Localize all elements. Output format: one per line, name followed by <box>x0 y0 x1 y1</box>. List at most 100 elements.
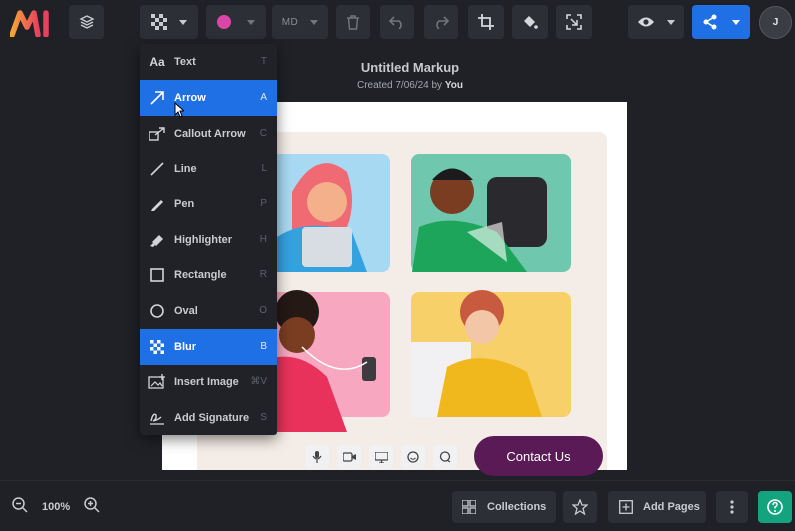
redo-icon <box>436 16 449 29</box>
menu-item-shortcut: C <box>259 128 267 140</box>
menu-item-add-signature[interactable]: Add Signature S <box>140 400 277 436</box>
menu-item-pen[interactable]: Pen P <box>140 186 277 222</box>
menu-item-shortcut: H <box>259 234 267 246</box>
collections-button[interactable]: Collections <box>452 491 556 523</box>
oval-icon <box>148 302 166 320</box>
redo-button[interactable] <box>424 5 458 39</box>
add-page-icon <box>619 500 633 514</box>
top-toolbar: MD J <box>0 0 795 46</box>
crop-button[interactable] <box>468 5 504 39</box>
help-button[interactable] <box>758 491 792 523</box>
menu-item-label: Insert Image <box>174 375 239 388</box>
zoom-level[interactable]: 100% <box>42 501 70 513</box>
trash-icon <box>347 15 359 30</box>
video-icon <box>337 445 361 469</box>
favorite-button[interactable] <box>563 491 597 523</box>
contact-us-button: Contact Us <box>474 436 603 476</box>
menu-item-line[interactable]: Line L <box>140 151 277 187</box>
menu-item-text[interactable]: Aa Text T <box>140 44 277 80</box>
capture-button[interactable] <box>556 5 592 39</box>
blur-icon <box>148 338 166 356</box>
menu-item-label: Callout Arrow <box>174 127 246 140</box>
callout-arrow-icon <box>148 125 166 143</box>
menu-item-oval[interactable]: Oval O <box>140 293 277 329</box>
menu-item-blur[interactable]: Blur B <box>140 329 277 365</box>
delete-button[interactable] <box>336 5 370 39</box>
call-controls <box>305 445 457 471</box>
created-text: Created 7/06/24 by <box>357 80 445 91</box>
add-pages-button[interactable]: Add Pages <box>608 491 706 523</box>
more-vertical-icon <box>730 500 734 514</box>
menu-item-label: Pen <box>174 197 195 210</box>
menu-item-label: Add Signature <box>174 411 250 424</box>
menu-item-shortcut: B <box>260 341 267 353</box>
fill-button[interactable] <box>512 5 548 39</box>
avatar[interactable]: J <box>759 6 792 39</box>
color-swatch <box>217 15 231 29</box>
line-icon <box>148 160 166 178</box>
color-picker-button[interactable] <box>206 5 266 39</box>
menu-item-shortcut: T <box>260 56 267 68</box>
menu-item-label: Text <box>174 55 196 68</box>
zoom-out-button[interactable] <box>12 497 30 515</box>
layers-button[interactable] <box>69 5 104 39</box>
chat-icon <box>433 445 457 469</box>
grid-icon <box>462 500 476 514</box>
menu-item-insert-image[interactable]: Insert Image ⌘V <box>140 364 277 400</box>
view-button[interactable] <box>628 5 684 39</box>
capture-icon <box>566 14 582 30</box>
highlighter-icon <box>148 231 166 249</box>
bottom-bar: 100% Collections Add Pages <box>0 480 795 531</box>
menu-item-arrow[interactable]: Arrow A <box>140 80 277 116</box>
arrow-icon <box>148 89 166 107</box>
menu-item-label: Line <box>174 162 197 175</box>
insert-image-icon <box>148 373 166 391</box>
document-title[interactable]: Untitled Markup <box>290 60 530 75</box>
eye-icon <box>638 17 654 27</box>
zoom-in-button[interactable] <box>84 497 102 515</box>
more-options-button[interactable] <box>716 491 748 523</box>
size-label: MD <box>281 16 299 28</box>
undo-button[interactable] <box>380 5 414 39</box>
chevron-down-icon <box>732 19 740 25</box>
menu-item-label: Highlighter <box>174 233 233 246</box>
menu-item-shortcut: R <box>259 269 267 281</box>
text-icon: Aa <box>149 54 165 69</box>
layers-icon <box>78 15 95 29</box>
chevron-down-icon <box>310 19 319 25</box>
menu-item-shortcut: O <box>259 305 267 317</box>
menu-item-label: Blur <box>174 340 196 353</box>
zoom-in-icon <box>84 497 100 513</box>
menu-item-shortcut: P <box>260 198 267 210</box>
size-select-button[interactable]: MD <box>272 5 328 39</box>
blur-checker-icon <box>151 14 167 30</box>
created-by: You <box>444 80 463 91</box>
tool-select-button[interactable] <box>140 5 198 39</box>
undo-icon <box>389 16 402 29</box>
signature-icon <box>148 409 166 427</box>
add-pages-label: Add Pages <box>643 501 700 513</box>
document-subtitle: Created 7/06/24 by You <box>290 80 530 91</box>
tool-menu: Aa Text T Arrow A Callout Arrow C Line L… <box>140 44 277 435</box>
chevron-down-icon <box>667 19 675 25</box>
star-icon <box>572 499 588 515</box>
menu-item-label: Oval <box>174 304 198 317</box>
menu-item-shortcut: S <box>260 412 267 424</box>
menu-item-shortcut: A <box>260 92 267 104</box>
chevron-down-icon <box>179 19 187 25</box>
menu-item-shortcut: ⌘V <box>250 376 267 388</box>
menu-item-label: Rectangle <box>174 268 227 281</box>
crop-icon <box>478 14 494 30</box>
collections-label: Collections <box>487 501 547 513</box>
mouse-cursor-icon <box>174 101 186 123</box>
menu-item-highlighter[interactable]: Highlighter H <box>140 222 277 258</box>
pen-icon <box>148 195 166 213</box>
avatar-initial: J <box>772 17 779 28</box>
rectangle-icon <box>148 266 166 284</box>
markup-logo[interactable] <box>9 9 54 38</box>
emoji-icon <box>401 445 425 469</box>
microphone-icon <box>305 445 329 469</box>
menu-item-callout-arrow[interactable]: Callout Arrow C <box>140 116 277 152</box>
share-button[interactable] <box>692 5 750 39</box>
menu-item-rectangle[interactable]: Rectangle R <box>140 257 277 293</box>
